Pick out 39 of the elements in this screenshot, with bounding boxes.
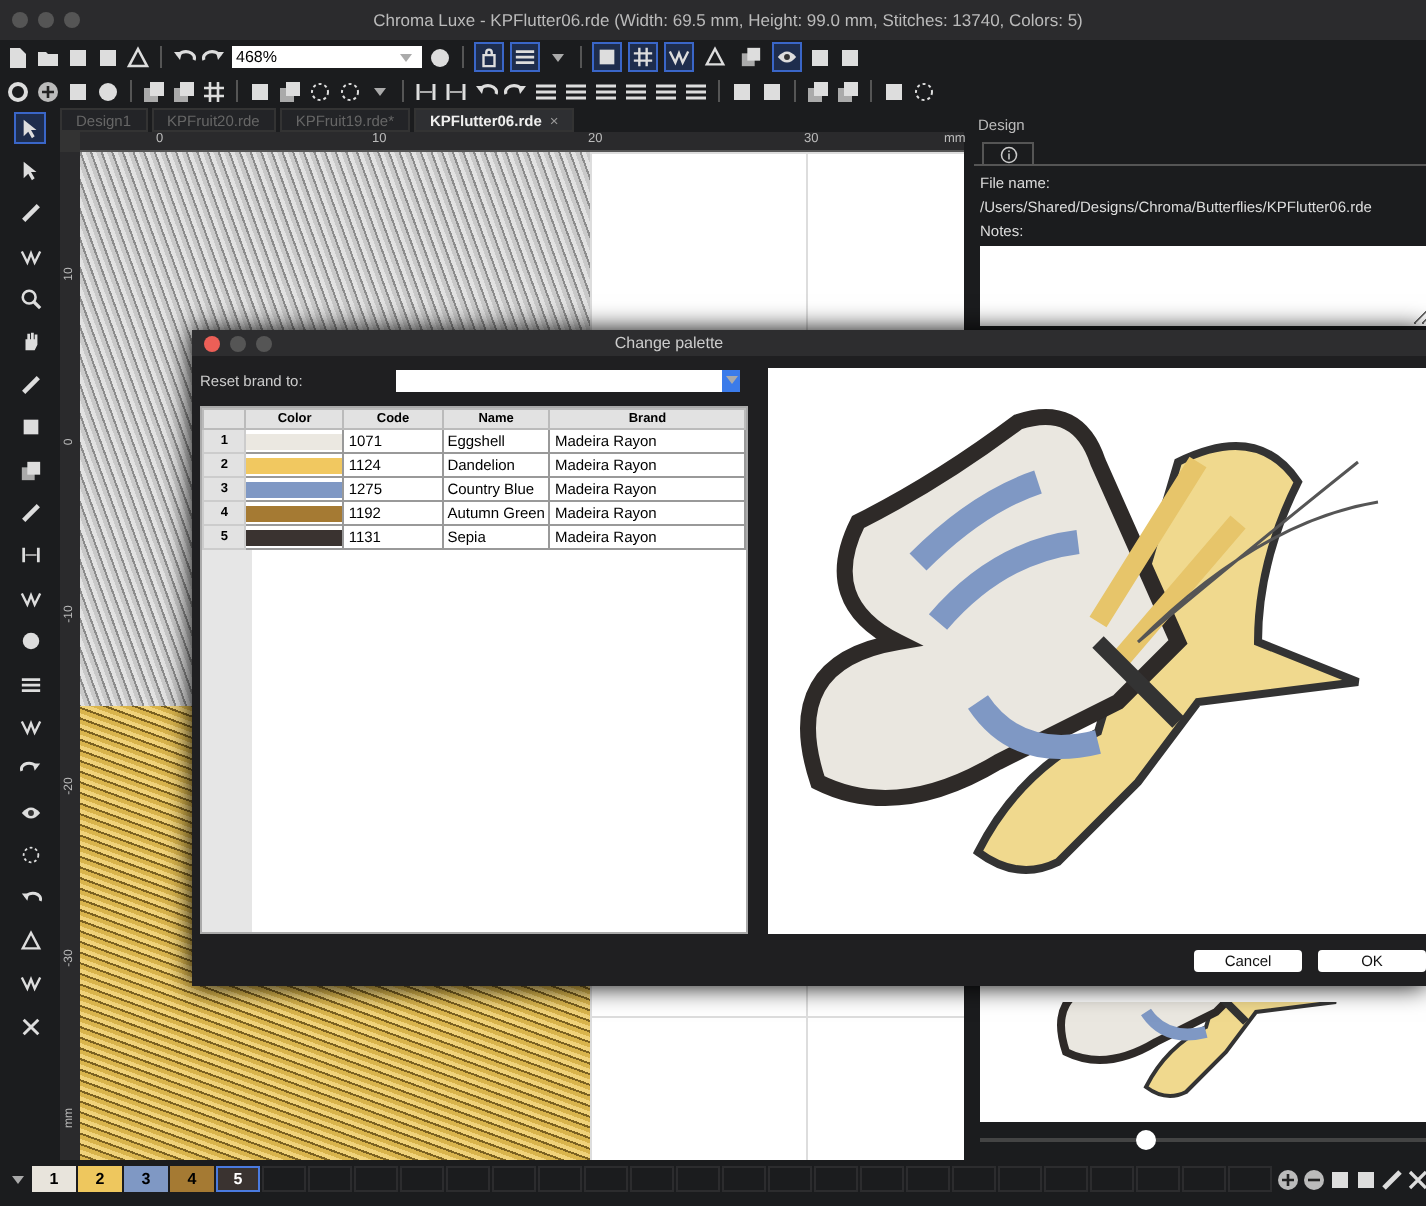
close-window-button[interactable] [204, 335, 220, 351]
color-chip[interactable] [246, 505, 343, 521]
zigzag-icon[interactable] [664, 42, 694, 72]
zoom-dropdown[interactable]: 468% [232, 46, 422, 68]
color-swatch[interactable]: 1 [32, 1166, 76, 1192]
stack-icon[interactable] [172, 79, 196, 103]
ungroup-icon[interactable] [836, 79, 860, 103]
triangle-icon[interactable] [700, 42, 730, 72]
color-swatch[interactable]: 4 [170, 1166, 214, 1192]
disc-icon[interactable] [96, 79, 120, 103]
new-file-icon[interactable] [6, 45, 30, 69]
eye-icon[interactable] [772, 42, 802, 72]
dialog-title: Change palette [612, 334, 726, 352]
info-tab[interactable] [982, 142, 1034, 164]
lock-icon[interactable] [474, 42, 504, 72]
select-box-icon[interactable] [248, 79, 272, 103]
notes-field[interactable] [980, 246, 1426, 326]
brand-dropdown[interactable] [396, 369, 740, 391]
grid-icon[interactable] [628, 42, 658, 72]
color-swatch[interactable]: 2 [78, 1166, 122, 1192]
picture-icon[interactable] [736, 42, 766, 72]
color-chip[interactable] [246, 529, 343, 545]
window-title: Chroma Luxe - KPFlutter06.rde (Width: 69.5 mm, Height: 99.0 mm, Stitches: 13740, Colors: 5) [371, 10, 1085, 30]
zoom-out-icon[interactable] [1302, 1167, 1326, 1191]
color-chip[interactable] [246, 457, 343, 473]
pointer-icon[interactable] [14, 112, 46, 144]
color-swatch[interactable]: 3 [124, 1166, 168, 1192]
dots-icon[interactable] [308, 79, 332, 103]
info-icon [999, 145, 1017, 163]
stack-icon[interactable] [142, 79, 166, 103]
group-icon[interactable] [806, 79, 830, 103]
zoom-in-icon[interactable] [1276, 1167, 1300, 1191]
layer-icon[interactable] [278, 79, 302, 103]
slider-thumb[interactable] [1136, 1130, 1157, 1150]
color-swatch[interactable]: 5 [216, 1166, 260, 1192]
color-chip[interactable] [246, 433, 343, 449]
dashed-circle-icon[interactable] [338, 79, 362, 103]
tiles-icon[interactable] [202, 79, 226, 103]
color-chip[interactable] [246, 481, 343, 497]
